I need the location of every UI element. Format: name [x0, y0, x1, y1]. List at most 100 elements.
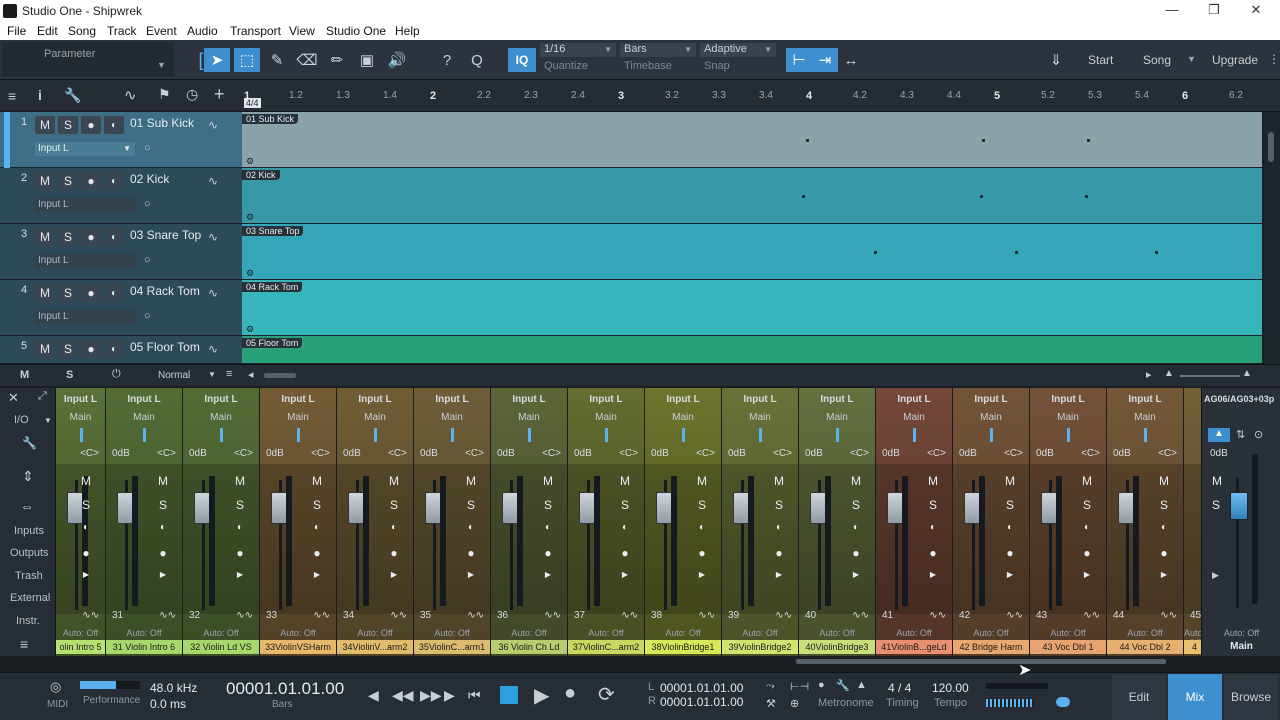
pan-value[interactable]: <C> [927, 448, 946, 459]
automation-mode[interactable]: Auto: Off [953, 628, 1029, 638]
scroll-left-icon[interactable]: ◂ [248, 368, 254, 381]
resize-horizontal-icon[interactable]: ⇔ [20, 498, 34, 514]
strip-play-icon[interactable]: ▶ [385, 570, 403, 584]
clip-settings-icon[interactable]: ⚙ [246, 268, 254, 279]
pan-indicator[interactable] [1144, 428, 1147, 442]
waveform-icon[interactable]: ∿∿ [1006, 610, 1023, 621]
strip-name[interactable]: 33ViolinVSHarm [260, 640, 336, 654]
strip-name[interactable]: 36 Violin Ch Ld [491, 640, 567, 654]
pan-indicator[interactable] [1067, 428, 1070, 442]
strip-output[interactable]: Main [1107, 412, 1183, 423]
strip-record-icon[interactable]: ● [770, 546, 788, 560]
snap-to-grid-icon[interactable]: ⊢ [786, 48, 812, 72]
strip-output[interactable]: Main [183, 412, 259, 423]
zoom-in-icon[interactable]: ▲ [1242, 368, 1252, 379]
parameter-dropdown-icon[interactable]: ▼ [157, 60, 166, 70]
strip-monitor-icon[interactable]: ◐ [385, 522, 403, 536]
record-arm-icon[interactable]: ● [81, 228, 101, 246]
strip-mute-button[interactable]: M [462, 474, 480, 488]
strip-solo-button[interactable]: S [154, 498, 172, 512]
strip-output[interactable]: Main [799, 412, 875, 423]
tab-browse[interactable]: Browse [1224, 674, 1278, 720]
menu-audio[interactable]: Audio [187, 24, 218, 38]
monitor-icon[interactable]: ◐ [104, 116, 124, 134]
tempo-icon[interactable]: ◷ [186, 86, 198, 103]
strip-monitor-icon[interactable]: ◐ [1155, 522, 1173, 536]
paint-tool-icon[interactable]: ✏ [324, 48, 350, 72]
strip-solo-button[interactable]: S [462, 498, 480, 512]
external-button[interactable]: External [10, 592, 50, 604]
strip-name[interactable]: 41ViolinB...geLd [876, 640, 952, 654]
mute-button[interactable]: M [35, 228, 55, 246]
track-input-select[interactable]: Input L [35, 254, 135, 268]
strip-mute-button[interactable]: M [539, 474, 557, 488]
strip-solo-button[interactable]: S [1155, 498, 1173, 512]
strip-monitor-icon[interactable]: ◐ [924, 522, 942, 536]
record-arm-icon[interactable]: ● [81, 172, 101, 190]
more-icon[interactable]: ⋮ [1268, 52, 1280, 66]
strip-record-icon[interactable]: ● [77, 546, 95, 560]
track-lane[interactable]: 01 Sub Kick ⚙ [242, 112, 1262, 168]
strip-name[interactable]: 39ViolinBridge2 [722, 640, 798, 654]
strip-solo-button[interactable]: S [308, 498, 326, 512]
strip-solo-button[interactable]: S [616, 498, 634, 512]
automation-mode[interactable]: Auto: Off [183, 628, 259, 638]
menu-transport[interactable]: Transport [230, 24, 281, 38]
close-button[interactable]: ✕ [1236, 0, 1276, 22]
pan-indicator[interactable] [79, 428, 83, 442]
strip-record-icon[interactable]: ● [1078, 546, 1096, 560]
waveform-icon[interactable]: ∿ [208, 230, 218, 244]
zoom-out-icon[interactable]: ▲ [1164, 368, 1174, 379]
search-icon[interactable]: Q [464, 48, 490, 72]
upgrade-button[interactable]: Upgrade [1212, 53, 1258, 67]
strip-output[interactable]: Main [876, 412, 952, 423]
strip-record-icon[interactable]: ● [1155, 546, 1173, 560]
strip-mute-button[interactable]: M [770, 474, 788, 488]
io-toggle[interactable]: I/O [14, 414, 29, 426]
preroll-icon[interactable]: ⊕ [790, 697, 799, 710]
menu-studio-one[interactable]: Studio One [326, 24, 386, 38]
pan-indicator[interactable] [913, 428, 916, 442]
waveform-icon[interactable]: ∿∿ [1160, 610, 1177, 621]
strip-mute-button[interactable]: M [1001, 474, 1019, 488]
strip-record-icon[interactable]: ● [385, 546, 403, 560]
outputs-button[interactable]: Outputs [10, 547, 49, 559]
start-button[interactable]: Start [1088, 53, 1113, 67]
waveform-icon[interactable]: ∿∿ [544, 610, 561, 621]
record-arm-icon[interactable]: ● [81, 284, 101, 302]
timeline-ruler[interactable]: 4/4 1 1.2 1.3 1.4 2 2.2 2.3 2.4 3 3.2 3.… [242, 80, 1280, 112]
instruments-button[interactable]: Instr. [16, 615, 40, 627]
track-name[interactable]: 03 Snare Top [130, 228, 201, 242]
download-icon[interactable]: ⇓ [1042, 48, 1070, 72]
strip-output[interactable]: Main [722, 412, 798, 423]
split-tool-icon[interactable]: ✎ [264, 48, 290, 72]
monitor-icon[interactable]: ◐ [104, 340, 124, 358]
strip-output[interactable]: Main [56, 412, 105, 423]
solo-button[interactable]: S [58, 340, 78, 358]
automation-mode[interactable]: Auto: Off [645, 628, 721, 638]
track-name[interactable]: 04 Rack Tom [130, 284, 200, 298]
strip-output[interactable]: Main [106, 412, 182, 423]
mute-all-button[interactable]: M [20, 369, 29, 381]
track-input-select[interactable]: Input L [35, 310, 135, 324]
strip-name[interactable]: 37ViolinC...arm2 [568, 640, 644, 654]
loop-end[interactable]: 00001.01.01.00 [660, 695, 743, 709]
automation-mode[interactable]: Auto: Off [1107, 628, 1183, 638]
scroll-right-icon[interactable]: ▸ [1146, 368, 1152, 381]
iq-button[interactable]: IQ [508, 48, 536, 72]
track-lane[interactable]: 05 Floor Tom [242, 336, 1262, 364]
loop-start[interactable]: 00001.01.01.00 [660, 681, 743, 695]
waveform-icon[interactable]: ∿∿ [929, 610, 946, 621]
strip-output[interactable]: Main [260, 412, 336, 423]
track-name[interactable]: 02 Kick [130, 172, 169, 186]
strip-play-icon[interactable]: ▶ [231, 570, 249, 584]
strip-output[interactable]: Main [953, 412, 1029, 423]
strip-monitor-icon[interactable]: ◐ [847, 522, 865, 536]
strip-solo-button[interactable]: S [385, 498, 403, 512]
main-strip-name[interactable]: Main [1202, 640, 1280, 654]
track-row[interactable]: 5 M S ● ◐ 05 Floor Tom ∿ [0, 336, 242, 364]
strip-solo-button[interactable]: S [1001, 498, 1019, 512]
strip-input[interactable]: Input L [337, 394, 413, 405]
strip-monitor-icon[interactable]: ◐ [1078, 522, 1096, 536]
waveform-icon[interactable]: ∿∿ [390, 610, 407, 621]
